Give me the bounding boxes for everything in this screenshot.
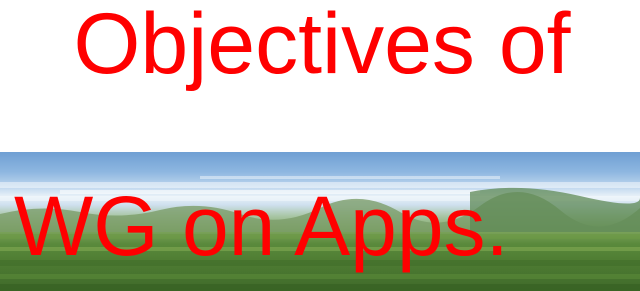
title-line-2: WG on Apps.: [14, 179, 509, 273]
title-line-1: Objectives of: [73, 0, 571, 92]
slide: Objectives of WG on Apps.: [0, 0, 640, 291]
